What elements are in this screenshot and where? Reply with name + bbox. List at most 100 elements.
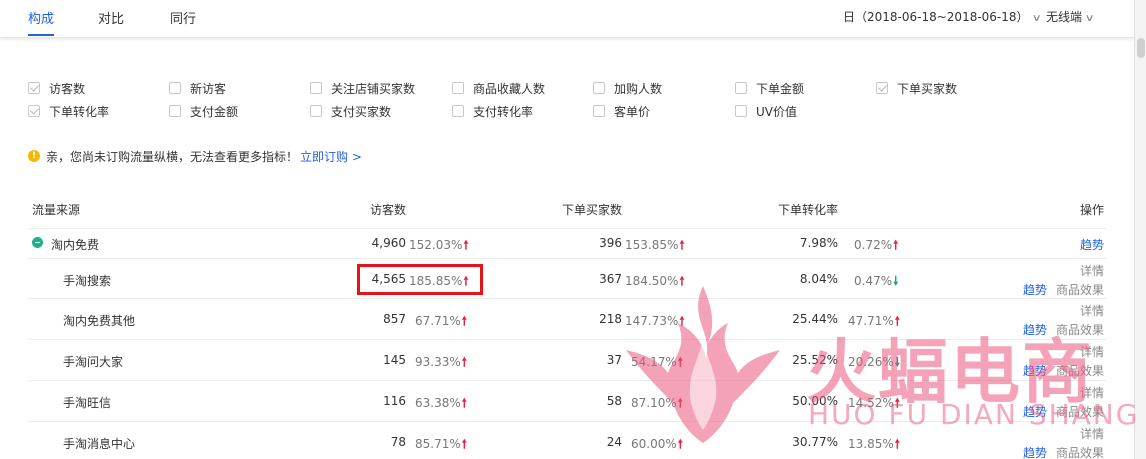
buyers-change: 60.00%🠕	[631, 437, 683, 451]
product-effect-link[interactable]: 商品效果	[1056, 444, 1104, 459]
checkbox[interactable]	[735, 82, 747, 94]
checkbox-checked[interactable]	[28, 105, 40, 117]
metric-label: 关注店铺买家数	[331, 81, 416, 96]
date-range-value: 日（2018-06-18~2018-06-18）	[843, 10, 1029, 24]
arrow-up-icon: 🠕	[461, 437, 467, 451]
divider	[28, 228, 1106, 229]
visitors-value: 78	[390, 435, 406, 449]
metric-order-rate[interactable]: 下单转化率	[28, 103, 109, 119]
buyers-value: 24	[606, 435, 622, 449]
col-header-source: 流量来源	[32, 203, 81, 217]
trend-link[interactable]: 趋势	[1023, 444, 1047, 459]
metric-label: 下单转化率	[49, 104, 110, 119]
buyers-change: 184.50%🠕	[625, 274, 685, 288]
divider	[28, 298, 1106, 299]
checkbox[interactable]	[169, 82, 181, 94]
metric-pay-rate[interactable]: 支付转化率	[452, 103, 533, 119]
trend-link[interactable]: 趋势	[1023, 281, 1047, 298]
buyers-value: 396	[599, 236, 622, 250]
row-source-name: 手淘问大家	[63, 355, 124, 369]
metric-pay-amount[interactable]: 支付金额	[169, 103, 238, 119]
top-tab-bar: 构成 对比 同行 日（2018-06-18~2018-06-18） ∨ 无线端 ∨	[0, 0, 1134, 38]
arrow-up-icon: 🠕	[463, 238, 469, 252]
metric-label: 下单金额	[756, 81, 805, 96]
visitors-change: 93.33%🠕	[415, 355, 467, 369]
metric-new-visitors[interactable]: 新访客	[169, 80, 226, 96]
rate-value: 8.04%	[799, 272, 838, 286]
checkbox[interactable]	[735, 105, 747, 117]
visitors-change: 67.71%🠕	[415, 314, 467, 328]
checkbox[interactable]	[310, 105, 322, 117]
checkbox[interactable]	[452, 82, 464, 94]
buyers-change: 147.73%🠕	[625, 314, 685, 328]
col-header-buyers: 下单买家数	[562, 203, 623, 217]
buyers-change: 153.85%🠕	[625, 238, 685, 252]
arrow-up-icon: 🠕	[461, 355, 467, 369]
arrow-up-icon: 🠕	[679, 238, 685, 252]
collapse-icon[interactable]	[32, 237, 43, 248]
metric-visitors[interactable]: 访客数	[28, 80, 85, 96]
vertical-scrollbar[interactable]	[1134, 0, 1146, 459]
rate-change: 0.47%🠗	[854, 274, 899, 288]
metric-label: 支付金额	[190, 104, 239, 119]
visitors-value: 116	[383, 394, 406, 408]
metric-label: 访客数	[49, 81, 86, 96]
arrow-down-icon: 🠗	[893, 274, 899, 288]
metric-label: 新访客	[190, 81, 227, 96]
buyers-value: 367	[599, 272, 622, 286]
divider	[28, 258, 1106, 259]
metric-label: 下单买家数	[897, 81, 958, 96]
arrow-up-icon: 🠕	[461, 396, 467, 410]
chevron-down-icon: ∨	[1031, 13, 1042, 24]
rate-change: 13.85%🠕	[848, 437, 900, 451]
tab-peers[interactable]: 同行	[170, 8, 196, 36]
rate-change: 0.72%🠕	[854, 238, 899, 252]
col-header-rate: 下单转化率	[778, 203, 839, 217]
checkbox-checked[interactable]	[28, 82, 40, 94]
row-source-name: 手淘旺信	[63, 396, 112, 410]
metric-label: UV价值	[756, 104, 797, 119]
metric-label: 商品收藏人数	[473, 81, 546, 96]
visitors-change: 85.71%🠕	[415, 437, 467, 451]
visitors-value: 145	[383, 353, 406, 367]
metric-shop-followers[interactable]: 关注店铺买家数	[310, 80, 415, 96]
checkbox[interactable]	[169, 105, 181, 117]
metric-label: 支付转化率	[473, 104, 534, 119]
arrow-up-icon: 🠕	[679, 314, 685, 328]
arrow-up-icon: 🠕	[461, 314, 467, 328]
date-range-select[interactable]: 日（2018-06-18~2018-06-18） ∨	[843, 8, 1042, 25]
checkbox[interactable]	[452, 105, 464, 117]
visitors-value: 4,960	[371, 236, 406, 250]
row-source-name: 淘内免费	[51, 238, 100, 252]
rate-value: 7.98%	[799, 236, 838, 250]
terminal-select[interactable]: 无线端 ∨	[1046, 8, 1095, 25]
checkbox[interactable]	[593, 105, 605, 117]
checkbox[interactable]	[593, 82, 605, 94]
metric-favorites[interactable]: 商品收藏人数	[452, 80, 545, 96]
tab-composition[interactable]: 构成	[28, 8, 55, 36]
metric-order-buyers[interactable]: 下单买家数	[876, 80, 957, 96]
col-header-visitors: 访客数	[370, 203, 407, 217]
arrow-up-icon: 🠕	[893, 238, 899, 252]
metric-add-cart[interactable]: 加购人数	[593, 80, 662, 96]
scrollbar-thumb[interactable]	[1137, 38, 1145, 58]
metric-unit-price[interactable]: 客单价	[593, 103, 650, 119]
metric-uv-value[interactable]: UV价值	[735, 103, 797, 119]
metric-pay-buyers[interactable]: 支付买家数	[310, 103, 391, 119]
row-source-name: 淘内免费其他	[63, 314, 136, 328]
subscription-notice: ! 亲，您尚未订购流量纵横，无法查看更多指标！ 立即订购 >	[28, 148, 362, 164]
tab-compare[interactable]: 对比	[98, 8, 124, 36]
arrow-up-icon: 🠕	[894, 437, 900, 451]
checkbox[interactable]	[310, 82, 322, 94]
chevron-down-icon: ∨	[1084, 13, 1095, 24]
buyers-value: 58	[606, 394, 622, 408]
detail-link[interactable]: 详情	[1080, 262, 1104, 279]
trend-link[interactable]: 趋势	[1080, 236, 1104, 253]
metric-order-amount[interactable]: 下单金额	[735, 80, 804, 96]
product-effect-link[interactable]: 商品效果	[1056, 281, 1104, 298]
watermark-brand-en: HUO FU DIAN SHANG	[808, 398, 1140, 431]
subscribe-link[interactable]: 立即订购 >	[300, 148, 362, 165]
checkbox-checked[interactable]	[876, 82, 888, 94]
buyers-change: 87.10%🠕	[631, 396, 683, 410]
metric-label: 客单价	[614, 104, 651, 119]
